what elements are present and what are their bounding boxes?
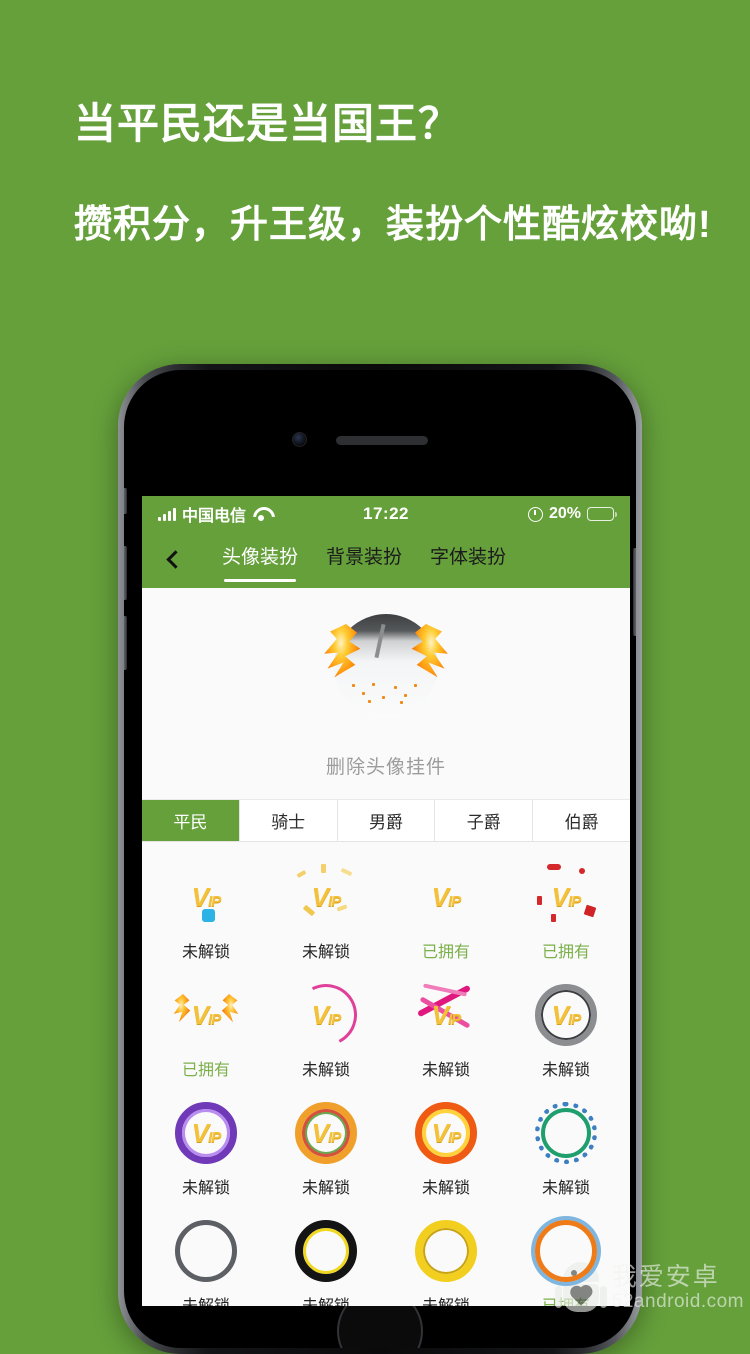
promo-headline: 当平民还是当国王？ bbox=[74, 100, 462, 147]
promo-subline: 攒积分，升王级，装扮个性酷炫校呦! bbox=[74, 203, 712, 246]
vip-stone-ring-icon: VIP bbox=[531, 980, 601, 1050]
flame-left-icon bbox=[173, 994, 191, 1023]
vip-plain-blue-chip-icon: VIP bbox=[171, 862, 241, 932]
vip-flame-wings-icon: VIP bbox=[171, 980, 241, 1050]
list-item[interactable]: VIP 未解锁 bbox=[146, 852, 266, 970]
rank-tab-baron[interactable]: 男爵 bbox=[338, 800, 436, 841]
status-bar: 中国电信 17:22 20% bbox=[142, 496, 630, 532]
spark-particles bbox=[348, 680, 424, 706]
vip-magenta-ribbon-icon: VIP bbox=[411, 980, 481, 1050]
grey-sketch-ring-icon bbox=[171, 1216, 241, 1286]
phone-device-frame: 中国电信 17:22 20% 头像装扮 背景装扮 字体装扮 删除头像挂件 平民 … bbox=[118, 364, 642, 1354]
teal-ring bbox=[541, 1108, 591, 1158]
battery-icon bbox=[587, 507, 617, 521]
rank-tab-bar: 平民 骑士 男爵 子爵 伯爵 bbox=[142, 800, 630, 842]
item-status: 未解锁 bbox=[182, 1292, 230, 1306]
earpiece-speaker bbox=[336, 436, 428, 445]
rank-tab-earl[interactable]: 伯爵 bbox=[533, 800, 630, 841]
spike-ring bbox=[535, 1220, 597, 1282]
item-status: 未解锁 bbox=[422, 1292, 470, 1306]
item-status: 未解锁 bbox=[421, 1180, 470, 1197]
vip-fire-ring-icon: VIP bbox=[411, 1098, 481, 1168]
app-navbar: 头像装扮 背景装扮 字体装扮 bbox=[142, 532, 630, 588]
rank-tab-commoner[interactable]: 平民 bbox=[142, 800, 240, 841]
status-bar-right: 20% bbox=[527, 505, 617, 523]
item-status: 未解锁 bbox=[302, 1292, 350, 1306]
rank-tab-knight[interactable]: 骑士 bbox=[240, 800, 338, 841]
list-item[interactable]: 未解锁 bbox=[506, 1088, 626, 1206]
volume-up-button[interactable] bbox=[124, 546, 127, 600]
item-status: 已拥有 bbox=[541, 944, 590, 961]
avatar[interactable] bbox=[322, 606, 450, 734]
list-item[interactable]: VIP 未解锁 bbox=[266, 852, 386, 970]
item-status: 未解锁 bbox=[181, 1180, 230, 1197]
bead-ring bbox=[415, 1220, 477, 1282]
watermark-site-en: 52android.com bbox=[611, 1291, 744, 1313]
tab-avatar-decor[interactable]: 头像装扮 bbox=[222, 542, 298, 582]
item-status: 未解锁 bbox=[301, 1180, 350, 1197]
tab-font-decor[interactable]: 字体装扮 bbox=[430, 542, 506, 577]
item-status: 未解锁 bbox=[541, 1062, 590, 1079]
navbar-tabs: 头像装扮 背景装扮 字体装扮 bbox=[222, 532, 506, 588]
list-item[interactable]: VIP 未解锁 bbox=[146, 1088, 266, 1206]
list-item[interactable]: VIP 已拥有 bbox=[146, 970, 266, 1088]
item-status: 已拥有 bbox=[181, 1062, 230, 1079]
item-status: 已拥有 bbox=[421, 944, 470, 961]
list-item[interactable]: 未解锁 bbox=[146, 1206, 266, 1306]
list-item[interactable]: VIP 未解锁 bbox=[266, 970, 386, 1088]
rank-tab-viscount[interactable]: 子爵 bbox=[435, 800, 534, 841]
flame-right-icon bbox=[221, 994, 241, 1026]
gold-bead-ring-icon bbox=[411, 1216, 481, 1286]
list-item[interactable]: VIP 未解锁 bbox=[506, 970, 626, 1088]
item-status: 未解锁 bbox=[301, 1062, 350, 1079]
decoration-grid: VIP 未解锁 VIP 未解锁 VIP 已拥有 VIP 已拥有 VIP 已拥有 … bbox=[142, 842, 630, 1306]
vip-festive-ring-icon: VIP bbox=[291, 1098, 361, 1168]
phone-bezel: 中国电信 17:22 20% 头像装扮 背景装扮 字体装扮 删除头像挂件 平民 … bbox=[124, 370, 636, 1348]
list-item[interactable]: VIP 未解锁 bbox=[266, 1088, 386, 1206]
vip-red-petal-icon: VIP bbox=[531, 862, 601, 932]
back-button[interactable] bbox=[160, 544, 190, 574]
vip-gold-burst-icon: VIP bbox=[291, 862, 361, 932]
app-screen: 中国电信 17:22 20% 头像装扮 背景装扮 字体装扮 删除头像挂件 平民 … bbox=[142, 496, 630, 1306]
teal-dotted-ring-icon bbox=[531, 1098, 601, 1168]
watermark-site-cn: 我爱安卓 bbox=[611, 1262, 720, 1291]
back-chevron-icon bbox=[165, 549, 185, 569]
vip-plain-icon: VIP bbox=[431, 882, 462, 912]
remove-avatar-decor-button[interactable]: 删除头像挂件 bbox=[326, 752, 446, 779]
tab-background-decor[interactable]: 背景装扮 bbox=[326, 542, 402, 577]
alarm-icon bbox=[527, 506, 543, 522]
sketch-ring bbox=[175, 1220, 237, 1282]
avatar-preview-section: 删除头像挂件 bbox=[142, 588, 630, 800]
item-status: 未解锁 bbox=[181, 944, 230, 961]
battery-percent-label: 20% bbox=[548, 505, 581, 522]
volume-down-button[interactable] bbox=[124, 616, 127, 670]
promo-headline-block: 当平民还是当国王？ 攒积分，升王级，装扮个性酷炫校呦! bbox=[74, 98, 714, 255]
item-status: 未解锁 bbox=[421, 1062, 470, 1079]
list-item[interactable]: VIP 未解锁 bbox=[386, 1088, 506, 1206]
list-item[interactable]: 未解锁 bbox=[386, 1206, 506, 1306]
list-item[interactable]: VIP 已拥有 bbox=[506, 852, 626, 970]
text-ring bbox=[295, 1220, 357, 1282]
list-item[interactable]: 未解锁 bbox=[266, 1206, 386, 1306]
item-status: 未解锁 bbox=[301, 944, 350, 961]
front-camera-icon bbox=[292, 432, 307, 447]
watermark-text: 我爱安卓 52android.com bbox=[612, 1263, 744, 1314]
silent-switch[interactable] bbox=[124, 488, 127, 514]
vip-pink-swirl-icon: VIP bbox=[286, 975, 366, 1055]
vip-purple-ring-icon: VIP bbox=[171, 1098, 241, 1168]
item-status: 未解锁 bbox=[541, 1180, 590, 1197]
power-button[interactable] bbox=[633, 548, 636, 636]
blue-chip-icon bbox=[202, 909, 215, 922]
list-item[interactable]: VIP 未解锁 bbox=[386, 970, 506, 1088]
black-text-ring-icon bbox=[291, 1216, 361, 1286]
list-item[interactable]: VIP 已拥有 bbox=[386, 852, 506, 970]
